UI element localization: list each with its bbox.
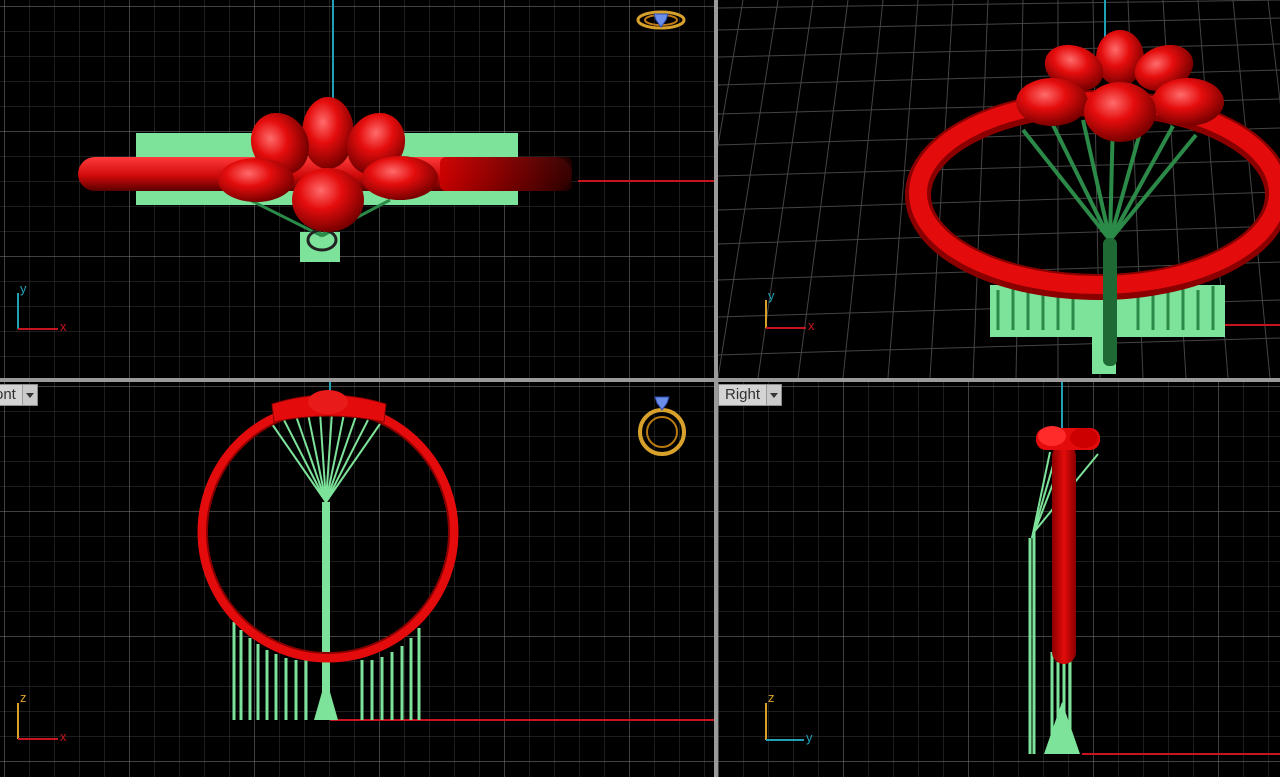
top-viewport[interactable]: y x <box>0 0 714 378</box>
right-view-canvas[interactable] <box>718 382 1280 777</box>
viewport-title-label: ont <box>0 386 16 403</box>
axis-label-horizontal: x <box>60 319 67 334</box>
perspective-viewport[interactable]: y x <box>718 0 1280 378</box>
top-view-canvas[interactable] <box>0 0 714 378</box>
perspective-view-canvas[interactable] <box>718 0 1280 378</box>
right-viewport[interactable]: Right z y <box>718 382 1280 777</box>
axis-label-horizontal: x <box>808 318 815 333</box>
chevron-down-icon[interactable] <box>766 385 782 405</box>
axis-label-vertical: z <box>20 690 27 705</box>
axis-label-vertical: z <box>768 690 775 705</box>
viewport-title-right[interactable]: Right <box>718 384 783 406</box>
axis-label-horizontal: x <box>60 729 67 744</box>
ring-widget-icon[interactable] <box>636 10 686 30</box>
ring-band <box>1052 444 1076 664</box>
chevron-down-icon[interactable] <box>21 385 37 405</box>
viewport-title-label: Right <box>725 386 761 403</box>
axis-label-horizontal: y <box>806 730 813 745</box>
viewport-splitter-horizontal[interactable] <box>0 378 1280 382</box>
flower-head <box>1036 426 1100 450</box>
front-view-canvas[interactable] <box>0 382 714 777</box>
viewport-splitter-vertical[interactable] <box>714 0 718 777</box>
front-viewport[interactable]: ont z x <box>0 382 714 777</box>
center-stem <box>1103 238 1117 366</box>
viewport-title-front[interactable]: ont <box>0 384 38 406</box>
axis-label-vertical: y <box>20 281 27 296</box>
axis-label-vertical: y <box>768 288 775 303</box>
